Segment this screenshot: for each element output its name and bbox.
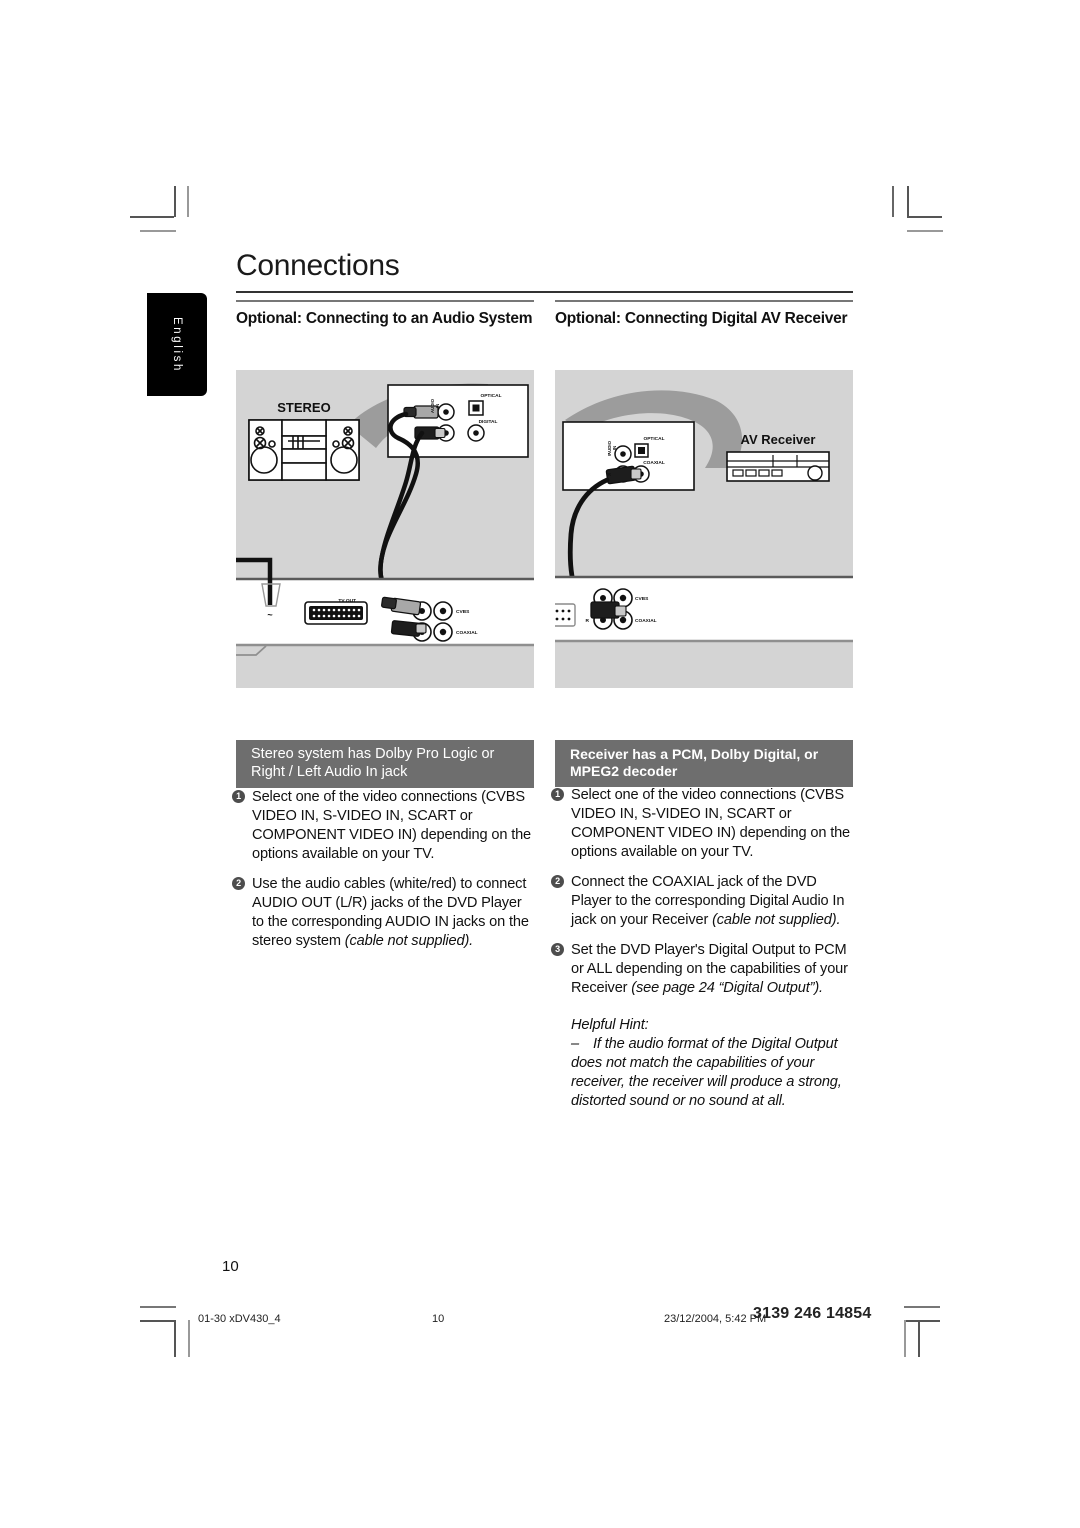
step-text-italic: (cable not supplied).	[712, 911, 841, 928]
title-divider	[236, 291, 853, 293]
svg-text:COAXIAL: COAXIAL	[643, 460, 665, 466]
footer-document-code: 3139 246 14854	[753, 1305, 872, 1322]
svg-text:COAXIAL: COAXIAL	[635, 618, 657, 624]
svg-text:L: L	[608, 452, 611, 458]
right-section-rule	[555, 300, 853, 302]
step-number: 2	[232, 876, 245, 890]
step-text: Select one of the video connections (CVB…	[571, 787, 851, 860]
diagram-av-receiver: AV Receiver CVBS COAXIAL R OPTICAL COAXI…	[555, 370, 853, 688]
list-item: 1 Select one of the video connections (C…	[232, 788, 532, 864]
step-text-italic: (cable not supplied).	[344, 932, 474, 949]
language-tab: English	[147, 293, 207, 396]
hint-dash: –	[571, 1035, 579, 1052]
svg-text:CVBS: CVBS	[635, 596, 649, 602]
crop-mark-bottom-right	[890, 1294, 952, 1364]
language-tab-label: English	[171, 316, 183, 373]
helpful-hint: Helpful Hint: – If the audio format of th…	[551, 1016, 851, 1111]
svg-text:OPTICAL: OPTICAL	[480, 393, 501, 399]
step-text: Select one of the video connections (CVB…	[252, 789, 532, 862]
crop-mark-bottom-left	[130, 1294, 192, 1364]
crop-mark-top-right	[890, 172, 950, 232]
step-number: 3	[551, 942, 564, 956]
steps-list-left: 1 Select one of the video connections (C…	[232, 788, 532, 962]
left-section-rule	[236, 300, 534, 302]
svg-text:DIGITAL: DIGITAL	[479, 419, 498, 425]
step-number: 1	[551, 788, 564, 801]
svg-text:R: R	[608, 472, 612, 478]
steps-list-right: 1 Select one of the video connections (C…	[551, 786, 851, 1111]
diagram-audio-system-illustration: ~ TV OUT CVBS COAXIAL OPTICAL DIGITAL AU…	[236, 383, 534, 656]
left-section-heading: Optional: Connecting to an Audio System	[236, 309, 533, 327]
list-item: 3 Set the DVD Player's Digital Output to…	[551, 941, 851, 998]
step-number: 2	[551, 874, 564, 888]
hint-body: If the audio format of the Digital Outpu…	[571, 1035, 842, 1109]
diagram-av-receiver-illustration: AV Receiver CVBS COAXIAL R OPTICAL COAXI…	[555, 390, 853, 643]
step-text-italic: (see page 24 “Digital Output”).	[631, 979, 823, 996]
list-item: 2 Connect the COAXIAL jack of the DVD Pl…	[551, 873, 851, 930]
svg-text:OPTICAL: OPTICAL	[643, 436, 664, 442]
list-item: 1 Select one of the video connections (C…	[551, 786, 851, 862]
svg-text:CVBS: CVBS	[456, 609, 470, 615]
hint-title: Helpful Hint:	[571, 1016, 649, 1033]
caption-bar-stereo: Stereo system has Dolby Pro Logic or Rig…	[236, 740, 534, 789]
caption-bar-receiver: Receiver has a PCM, Dolby Digital, or MP…	[555, 740, 853, 788]
crop-mark-top-left	[130, 172, 190, 232]
svg-text:COAXIAL: COAXIAL	[456, 630, 478, 636]
right-column-header: Optional: Connecting Digital AV Receiver	[555, 300, 853, 328]
diagram-audio-system: ~ TV OUT CVBS COAXIAL OPTICAL DIGITAL AU…	[236, 370, 534, 688]
svg-text:~: ~	[267, 610, 272, 620]
svg-text:AV Receiver: AV Receiver	[741, 432, 816, 447]
footer-timestamp: 23/12/2004, 5:42 PM	[664, 1313, 767, 1325]
footer-page-number: 10	[432, 1313, 445, 1325]
svg-text:STEREO: STEREO	[277, 400, 330, 415]
svg-text:TV OUT: TV OUT	[338, 598, 356, 604]
svg-text:R: R	[586, 618, 590, 624]
right-section-heading: Optional: Connecting Digital AV Receiver	[555, 309, 848, 327]
svg-text:IN: IN	[612, 446, 617, 450]
page-title: Connections	[236, 249, 400, 282]
list-item: 2 Use the audio cables (white/red) to co…	[232, 875, 532, 951]
svg-text:IN: IN	[435, 404, 440, 408]
left-column-header: Optional: Connecting to an Audio System	[236, 300, 534, 328]
step-number: 1	[232, 790, 245, 803]
page-number: 10	[222, 1258, 239, 1275]
footer-filename: 01-30 xDV430_4	[198, 1313, 281, 1325]
